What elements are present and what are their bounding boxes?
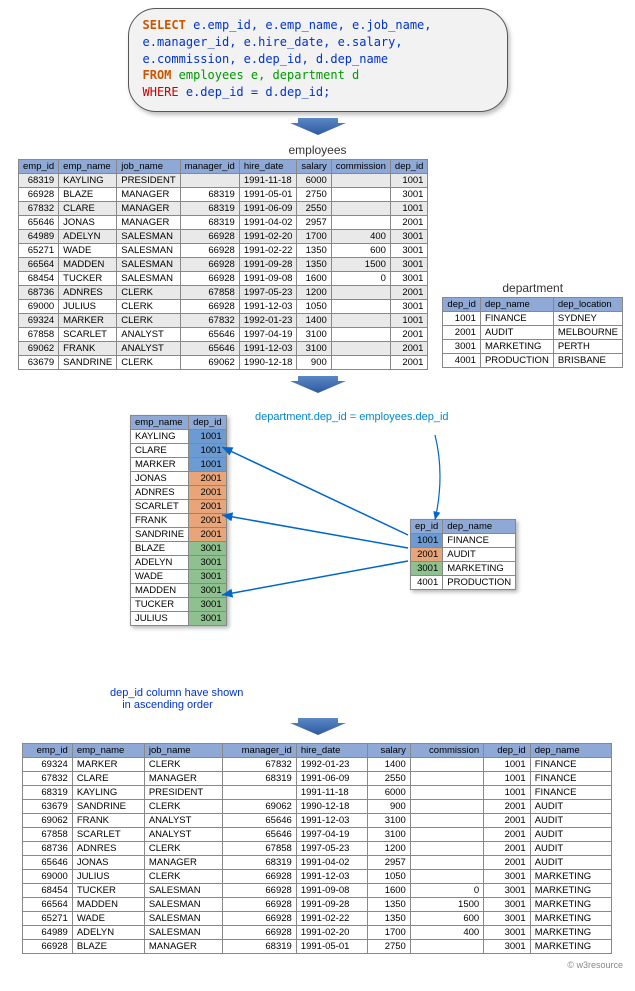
table-row: 65646JONASMANAGER683191991-04-0229572001	[19, 215, 428, 229]
table-row: 2001AUDITMELBOURNE	[443, 325, 623, 339]
table-row: 69000JULIUSCLERK669281991-12-0310503001M…	[23, 869, 612, 883]
department-table-wrap: department dep_iddep_namedep_location100…	[442, 279, 623, 368]
col-header: dep_name	[443, 519, 516, 533]
col-header: emp_id	[23, 743, 73, 757]
table-row: 66928BLAZEMANAGER683191991-05-0127503001	[19, 187, 428, 201]
table-row: 68736ADNRESCLERK678581997-05-2312002001A…	[23, 841, 612, 855]
col-header: emp_name	[131, 415, 189, 429]
table-row: 66564MADDENSALESMAN669281991-09-28135015…	[23, 897, 612, 911]
sql-tables: employees e, department d	[179, 68, 360, 82]
sql-select-kw: SELECT	[143, 18, 186, 32]
table-row: 69062FRANKANALYST656461991-12-0331002001…	[23, 813, 612, 827]
credit-text: © w3resource	[0, 954, 635, 980]
arrow-down-icon	[0, 715, 635, 737]
sql-from-kw: FROM	[143, 68, 172, 82]
table-row: 64989ADELYNSALESMAN669281991-02-20170040…	[23, 925, 612, 939]
arrow-down-icon	[0, 115, 635, 137]
col-header: salary	[297, 159, 331, 173]
table-row: 63679SANDRINECLERK690621990-12-189002001	[19, 355, 428, 369]
col-header: manager_id	[180, 159, 239, 173]
table-row: 69324MARKERCLERK678321992-01-2314001001	[19, 313, 428, 327]
table-row: 64989ADELYNSALESMAN669281991-02-20170040…	[19, 229, 428, 243]
department-label: department	[442, 281, 623, 295]
table-row: 1001FINANCESYDNEY	[443, 311, 623, 325]
col-header: dep_name	[530, 743, 611, 757]
col-header: commission	[410, 743, 483, 757]
employees-table: emp_idemp_namejob_namemanager_idhire_dat…	[18, 159, 428, 370]
col-header: emp_name	[72, 743, 144, 757]
arrow-down-icon	[0, 373, 635, 395]
col-header: manager_id	[223, 743, 296, 757]
sql-query-box: SELECT e.emp_id, e.emp_name, e.job_name,…	[128, 8, 508, 112]
col-header: salary	[368, 743, 411, 757]
col-header: hire_date	[296, 743, 367, 757]
table-row: 67832CLAREMANAGER683191991-06-0925501001…	[23, 771, 612, 785]
col-header: dep_id	[484, 743, 531, 757]
employees-label: employees	[0, 143, 635, 157]
table-row: 68454TUCKERSALESMAN669281991-09-08160003…	[19, 271, 428, 285]
ascending-note: dep_id column have shown in ascending or…	[110, 687, 635, 711]
table-row: 68319KAYLINGPRESIDENT1991-11-1860001001	[19, 173, 428, 187]
col-header: dep_name	[480, 297, 553, 311]
result-table-wrap: emp_idemp_namejob_namemanager_idhire_dat…	[22, 743, 635, 954]
col-header: dep_id	[443, 297, 481, 311]
col-header: dep_location	[553, 297, 622, 311]
table-row: 68319KAYLINGPRESIDENT1991-11-1860001001F…	[23, 785, 612, 799]
col-header: dep_id	[390, 159, 428, 173]
table-row: 67858SCARLETANALYST656461997-04-19310020…	[23, 827, 612, 841]
table-row: 68736ADNRESCLERK678581997-05-2312002001	[19, 285, 428, 299]
table-row: 66564MADDENSALESMAN669281991-09-28135015…	[19, 257, 428, 271]
col-header: hire_date	[239, 159, 297, 173]
col-header: emp_name	[59, 159, 117, 173]
table-row: 69000JULIUSCLERK669281991-12-0310503001	[19, 299, 428, 313]
table-row: 65646JONASMANAGER683191991-04-0229572001…	[23, 855, 612, 869]
table-row: 67858SCARLETANALYST656461997-04-19310020…	[19, 327, 428, 341]
join-diagram: department.dep_id = employees.dep_id emp…	[0, 401, 635, 681]
table-row: 63679SANDRINECLERK690621990-12-189002001…	[23, 799, 612, 813]
join-arrows-icon	[210, 415, 450, 645]
col-header: emp_id	[19, 159, 59, 173]
col-header: job_name	[117, 159, 180, 173]
table-row: 3001MARKETINGPERTH	[443, 339, 623, 353]
table-row: 68454TUCKERSALESMAN669281991-09-08160003…	[23, 883, 612, 897]
col-header: commission	[331, 159, 390, 173]
table-row: 4001PRODUCTIONBRISBANE	[443, 353, 623, 367]
sql-columns: e.emp_id, e.emp_name, e.job_name, e.mana…	[143, 18, 432, 66]
table-row: 67832CLAREMANAGER683191991-06-0925501001	[19, 201, 428, 215]
table-row: 69062FRANKANALYST656461991-12-0331002001	[19, 341, 428, 355]
sql-where-kw: WHERE	[143, 85, 179, 99]
table-row: 65271WADESALESMAN669281991-02-2213506003…	[23, 911, 612, 925]
table-row: 69324MARKERCLERK678321992-01-2314001001F…	[23, 757, 612, 771]
department-table: dep_iddep_namedep_location1001FINANCESYD…	[442, 297, 623, 368]
table-row: 66928BLAZEMANAGER683191991-05-0127503001…	[23, 939, 612, 953]
col-header: job_name	[144, 743, 223, 757]
table-row: 65271WADESALESMAN669281991-02-2213506003…	[19, 243, 428, 257]
sql-condition: e.dep_id = d.dep_id;	[186, 85, 331, 99]
result-table: emp_idemp_namejob_namemanager_idhire_dat…	[22, 743, 612, 954]
